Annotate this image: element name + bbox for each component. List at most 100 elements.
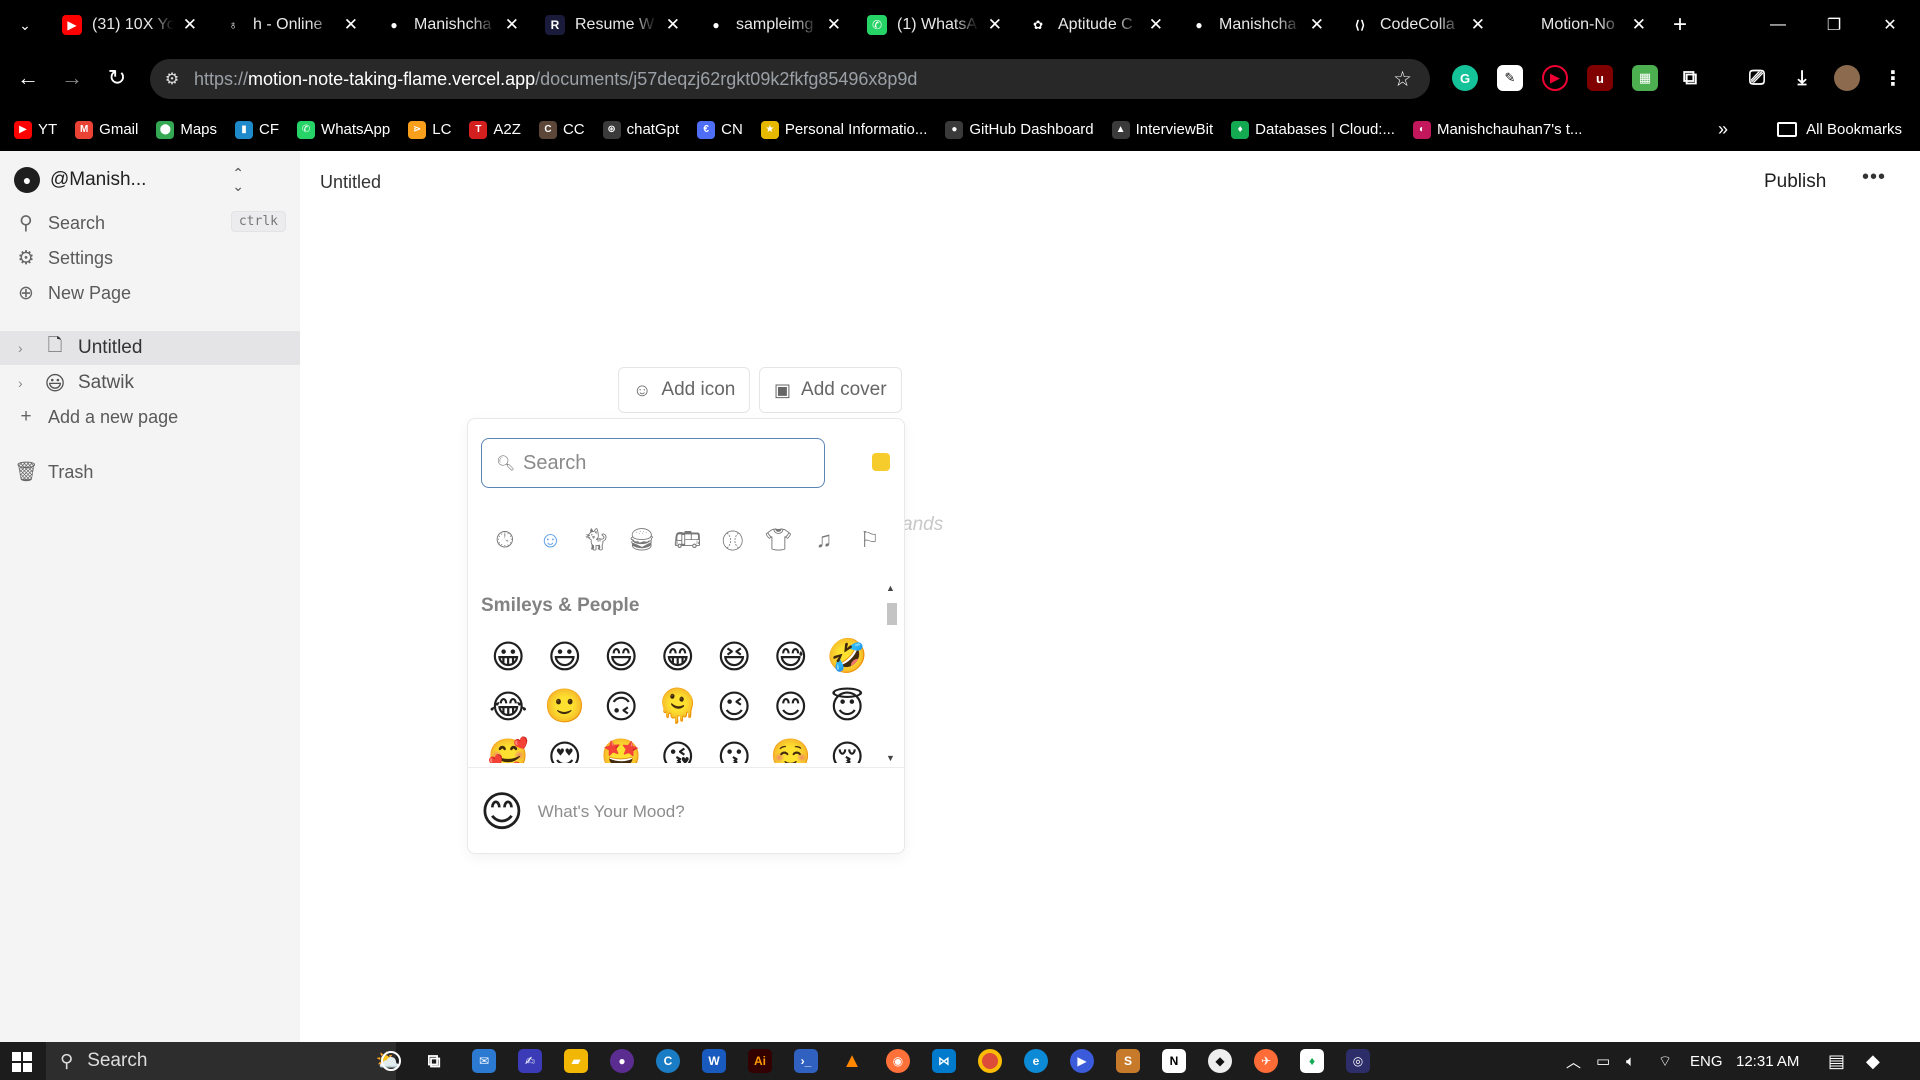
scroll-up-icon[interactable]: ▲ [886, 583, 895, 593]
emoji-button[interactable]: 😂 [480, 681, 537, 731]
browser-tab[interactable]: Motion-No ✕ [1499, 0, 1660, 50]
github-desktop-icon[interactable]: ● [610, 1049, 634, 1073]
emoji-button[interactable]: 🙃 [593, 681, 650, 731]
notifications-icon[interactable]: ▤ [1828, 1042, 1845, 1080]
close-tab-icon[interactable]: ✕ [1310, 15, 1324, 35]
sublime-icon[interactable]: S [1116, 1049, 1140, 1073]
browser-tab[interactable]: ▶ (31) 10X Yo ✕ [50, 0, 211, 50]
emoji-button[interactable]: 😚 [819, 731, 876, 764]
bookmark-item[interactable]: ⬤ Maps [156, 120, 217, 139]
browser-tab[interactable]: R Resume W ✕ [533, 0, 694, 50]
tray-chevron-icon[interactable]: ︿ [1566, 1042, 1581, 1080]
breadcrumb[interactable]: Untitled [320, 172, 381, 193]
close-tab-icon[interactable]: ✕ [505, 15, 519, 35]
word-icon[interactable]: W [702, 1049, 726, 1073]
back-icon[interactable]: ← [10, 60, 46, 96]
all-bookmarks-button[interactable]: All Bookmarks [1777, 108, 1902, 151]
add-cover-button[interactable]: ▣ Add cover [759, 367, 902, 413]
bookmark-item[interactable]: T A2Z [469, 120, 521, 139]
emoji-button[interactable]: 😅 [763, 631, 820, 681]
sidebar-search[interactable]: ⚲ Search ctrlk [14, 207, 286, 239]
emoji-button[interactable]: ☺️ [763, 731, 820, 764]
browser-tab[interactable]: ● Manishcha ✕ [1177, 0, 1338, 50]
bookmark-item[interactable]: ▮ CF [235, 120, 279, 139]
food-burger-icon[interactable]: 🍔︎ [619, 523, 665, 557]
firefox-icon[interactable]: ◉ [886, 1049, 910, 1073]
close-tab-icon[interactable]: ✕ [183, 15, 197, 35]
close-window-icon[interactable]: ✕ [1862, 0, 1918, 50]
extension-color-icon[interactable]: ▦ [1632, 65, 1658, 91]
emoji-button[interactable]: 😃 [537, 631, 594, 681]
publish-button[interactable]: Publish [1752, 164, 1838, 200]
more-options-icon[interactable]: ••• [1862, 166, 1886, 189]
sidebar-new-page[interactable]: ⊕ New Page [14, 277, 286, 309]
emoji-button[interactable]: 🫠 [650, 681, 707, 731]
vscode-icon[interactable]: ⋈ [932, 1049, 956, 1073]
objects-shirt-icon[interactable]: 👕︎ [756, 523, 802, 557]
emoji-button[interactable]: 😘 [650, 731, 707, 764]
clock[interactable]: 12:31 AM [1736, 1042, 1799, 1080]
browser-tab[interactable]: ✆ (1) WhatsA ✕ [855, 0, 1016, 50]
tab-search-chevron-icon[interactable]: ⌄ [0, 0, 50, 50]
extension-play-icon[interactable]: ▶ [1542, 65, 1568, 91]
close-tab-icon[interactable]: ✕ [827, 15, 841, 35]
browser-tab[interactable]: ✿ Aptitude C ✕ [1016, 0, 1177, 50]
whiteboard-icon[interactable]: ✍ [518, 1049, 542, 1073]
activity-ball-icon[interactable]: ⚾︎ [710, 523, 756, 557]
battery-icon[interactable]: ▭ [1596, 1042, 1610, 1080]
flags-flag-icon[interactable]: ⚐ [847, 523, 893, 557]
emoji-button[interactable]: 😆 [706, 631, 763, 681]
notion-icon[interactable]: N [1162, 1049, 1186, 1073]
workspace-switcher[interactable]: ● @Manish... ⌃ ⌄ [14, 166, 284, 193]
chrome-icon[interactable] [978, 1049, 1002, 1073]
task-view-icon[interactable]: ⧉ [422, 1049, 446, 1073]
restore-icon[interactable]: ❐ [1806, 0, 1862, 50]
unity-icon[interactable]: ◆ [1208, 1049, 1232, 1073]
browser-tab[interactable]: ⟨⟩ CodeColla ✕ [1338, 0, 1499, 50]
language-indicator[interactable]: ENG [1690, 1042, 1723, 1080]
bookmark-item[interactable]: ⋗ LC [408, 120, 451, 139]
smileys-category-icon[interactable]: ☺ [528, 523, 574, 557]
powershell-icon[interactable]: ›_ [794, 1049, 818, 1073]
forward-icon[interactable]: → [54, 60, 90, 96]
bookmarks-overflow-icon[interactable]: » [1718, 108, 1728, 151]
close-tab-icon[interactable]: ✕ [666, 15, 680, 35]
extensions-puzzle-icon[interactable]: ⧉ [1677, 65, 1703, 91]
scroll-thumb[interactable] [887, 603, 897, 625]
scroll-down-icon[interactable]: ▼ [886, 753, 895, 763]
new-tab-button[interactable]: + [1660, 0, 1700, 50]
emoji-button[interactable]: 😁 [650, 631, 707, 681]
emoji-button[interactable]: 😊 [763, 681, 820, 731]
emoji-search-input[interactable] [523, 451, 814, 475]
sidebar-trash[interactable]: 🗑 Trash [14, 456, 286, 488]
file-explorer-icon[interactable]: ▰ [564, 1049, 588, 1073]
editor-placeholder[interactable]: ands [902, 514, 943, 536]
media-player-icon[interactable]: ▶ [1070, 1049, 1094, 1073]
browser-tab[interactable]: ● sampleimg ✕ [694, 0, 855, 50]
bookmark-item[interactable]: ♦ Databases | Cloud:... [1231, 120, 1395, 139]
browser-tab[interactable]: ♁ h - Online ✕ [211, 0, 372, 50]
emoji-button[interactable]: 😇 [819, 681, 876, 731]
emoji-search-box[interactable]: 🔍︎ [481, 438, 825, 488]
bookmark-item[interactable]: ⊛ chatGpt [602, 120, 679, 139]
bookmark-item[interactable]: ★ Personal Informatio... [760, 120, 927, 139]
davinci-icon[interactable]: ◎ [1346, 1049, 1370, 1073]
emoji-button[interactable]: 🙂 [537, 681, 594, 731]
add-new-page-button[interactable]: + Add a new page [14, 401, 286, 433]
c-app-icon[interactable]: C [656, 1049, 680, 1073]
vlc-icon[interactable]: ▲ [840, 1049, 864, 1073]
close-tab-icon[interactable]: ✕ [1471, 15, 1485, 35]
emoji-button[interactable]: 😄 [593, 631, 650, 681]
wifi-icon[interactable]: ⌔ [1658, 1042, 1672, 1080]
url-text[interactable]: https://motion-note-taking-flame.vercel.… [194, 69, 917, 90]
animals-cat-icon[interactable]: 🐈︎ [573, 523, 619, 557]
close-tab-icon[interactable]: ✕ [1632, 15, 1646, 35]
add-icon-button[interactable]: ☺ Add icon [618, 367, 751, 413]
illustrator-icon[interactable]: Ai [748, 1049, 772, 1073]
extension-pen-icon[interactable]: ✎ [1497, 65, 1523, 91]
download-icon[interactable]: ⤓ [1789, 65, 1815, 91]
sidebar-page-untitled[interactable]: › 🗋 Untitled [0, 331, 300, 365]
volume-icon[interactable]: 🔈︎ [1626, 1042, 1635, 1080]
bookmark-item[interactable]: C CC [538, 120, 585, 139]
close-tab-icon[interactable]: ✕ [988, 15, 1002, 35]
